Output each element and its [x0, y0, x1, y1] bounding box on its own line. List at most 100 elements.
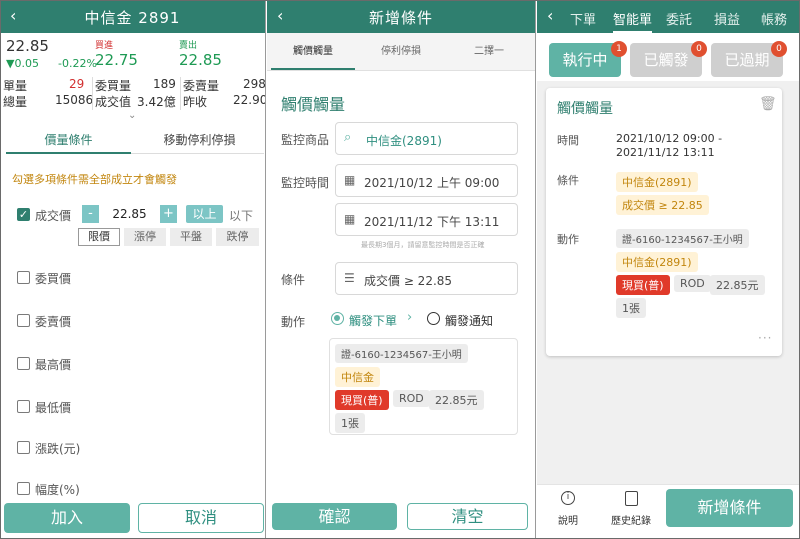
- monitor-product-value: 中信金(2891): [366, 134, 442, 148]
- plus-button[interactable]: +: [160, 205, 177, 223]
- tab-stop-profit-loss[interactable]: 停利停損: [359, 33, 443, 70]
- stat-value: 298: [243, 77, 266, 91]
- filter-bar: 執行中 1 已觸發 0 已過期 0: [537, 33, 800, 81]
- page-title: 新增條件: [368, 9, 433, 27]
- smart-order-card[interactable]: 觸價觸量 🗑 時間 2021/10/12 09:00 - 2021/11/12 …: [546, 88, 782, 356]
- help-label[interactable]: 說明: [558, 512, 578, 527]
- expired-count-badge: 0: [771, 41, 787, 57]
- card-qty: 1張: [616, 298, 646, 318]
- checkbox-change-pct[interactable]: [17, 482, 30, 495]
- radio-order-icon[interactable]: [331, 312, 344, 325]
- condition-value: 成交價 ≥ 22.85: [364, 274, 453, 288]
- card-cond-rule: 成交價 ≥ 22.85: [616, 195, 709, 215]
- condition-label: 最高價: [35, 358, 72, 372]
- running-count-badge: 1: [611, 41, 627, 57]
- info-icon[interactable]: i: [561, 491, 575, 505]
- panel3-header: ‹ 下單 智能單 委託 損益 帳務: [537, 0, 800, 33]
- tab-commission[interactable]: 委託: [666, 9, 692, 28]
- checkbox-change[interactable]: [17, 441, 30, 454]
- price-change: ▼0.05: [6, 57, 39, 70]
- back-arrow-icon[interactable]: ‹: [547, 6, 553, 25]
- add-condition-button[interactable]: 新增條件: [666, 489, 793, 527]
- order-type: ROD: [393, 390, 430, 407]
- stat-label: 昨收: [180, 93, 207, 110]
- tab-trailing-stop[interactable]: 移動停利停損: [135, 126, 264, 154]
- card-action-label: 動作: [557, 233, 579, 246]
- condition-label: 委賣價: [35, 315, 72, 329]
- condition-label: 成交價: [35, 209, 72, 223]
- price-type-limit-down[interactable]: 跌停: [216, 228, 259, 246]
- order-detail-box[interactable]: 證-6160-1234567-王小明 中信金 現買(普) ROD 22.85元 …: [329, 338, 518, 435]
- condition-label: 幅度(%): [35, 483, 80, 497]
- option-notify[interactable]: 觸發通知: [445, 312, 493, 329]
- checkbox-high-price[interactable]: [17, 357, 30, 370]
- action-label: 動作: [281, 315, 306, 329]
- condition-label: 條件: [281, 273, 306, 287]
- price-type-flat[interactable]: 平盤: [170, 228, 212, 246]
- more-icon[interactable]: ···: [758, 331, 772, 345]
- history-icon[interactable]: [625, 491, 638, 506]
- trash-icon[interactable]: 🗑: [759, 96, 777, 112]
- cancel-button[interactable]: 取消: [138, 503, 264, 533]
- new-condition-panel: ‹ 新增條件 觸價觸量 停利停損 二擇一 觸價觸量 監控商品 ⌕ 中信金(289…: [267, 0, 536, 539]
- card-cond-stock: 中信金(2891): [616, 172, 698, 192]
- stat-value: 189: [153, 77, 176, 91]
- clear-button[interactable]: 清空: [407, 503, 528, 530]
- below-toggle[interactable]: 以下: [229, 207, 253, 224]
- order-account: 證-6160-1234567-王小明: [335, 344, 468, 363]
- tab-touch-price[interactable]: 觸價觸量: [271, 33, 355, 70]
- start-time-value: 2021/10/12 上午 09:00: [364, 176, 500, 190]
- start-time-field[interactable]: ▦ 2021/10/12 上午 09:00: [335, 164, 518, 197]
- join-button[interactable]: 加入: [4, 503, 130, 533]
- option-order[interactable]: 觸發下單: [349, 312, 397, 329]
- chevron-down-icon[interactable]: ⌄: [128, 110, 136, 121]
- tab-profit-loss[interactable]: 損益: [714, 9, 740, 28]
- chevron-right-icon[interactable]: ›: [407, 310, 412, 325]
- minus-button[interactable]: -: [82, 205, 99, 223]
- checkbox-low-price[interactable]: [17, 400, 30, 413]
- stat-label: 單量: [3, 79, 28, 93]
- stat-label: 總量: [3, 95, 28, 109]
- calendar-icon: ▦: [344, 173, 356, 187]
- order-side: 現買(普): [335, 390, 389, 410]
- monitor-product-field[interactable]: ⌕ 中信金(2891): [335, 122, 518, 155]
- checkbox-trade-price[interactable]: ✓: [17, 208, 30, 221]
- stats-row: 單量 29 委買量 189 委賣量 298: [3, 77, 266, 94]
- section-title: 觸價觸量: [281, 95, 346, 114]
- search-icon: ⌕: [344, 130, 352, 145]
- sell-price: 22.85: [179, 51, 222, 69]
- confirm-button[interactable]: 確認: [272, 503, 397, 530]
- time-note: 最長期3個月，請留意監控時間是否正確: [361, 241, 485, 249]
- price-type-limit[interactable]: 限價: [78, 228, 120, 246]
- checkbox-ask-price[interactable]: [17, 314, 30, 327]
- tab-account[interactable]: 帳務: [761, 9, 787, 28]
- type-tabs: 觸價觸量 停利停損 二擇一: [267, 33, 535, 71]
- monitor-product-label: 監控商品: [281, 133, 330, 147]
- condition-field[interactable]: ☰ 成交價 ≥ 22.85: [335, 262, 518, 295]
- tab-smart-order[interactable]: 智能單: [613, 9, 653, 33]
- checkbox-bid-price[interactable]: [17, 271, 30, 284]
- end-time-field[interactable]: ▦ 2021/11/12 下午 13:11: [335, 203, 518, 236]
- condition-tabs: 價量條件 移動停利停損: [6, 126, 264, 154]
- price-stepper-value[interactable]: 22.85: [102, 205, 157, 223]
- panel2-header: ‹ 新增條件: [267, 0, 535, 33]
- above-toggle[interactable]: 以上: [186, 205, 223, 223]
- stat-value: 29: [69, 77, 85, 91]
- order-stock: 中信金: [335, 367, 380, 387]
- price-type-limit-up[interactable]: 漲停: [124, 228, 166, 246]
- smart-order-panel: ‹ 下單 智能單 委託 損益 帳務 執行中 1 已觸發 0 已過期 0 觸價觸量…: [537, 0, 800, 539]
- tab-price-volume[interactable]: 價量條件: [6, 126, 131, 154]
- tab-either-one[interactable]: 二擇一: [447, 33, 531, 70]
- card-time-start: 2021/10/12 09:00 -: [616, 132, 723, 145]
- card-cond-label: 條件: [557, 174, 579, 187]
- card-type: ROD: [674, 275, 711, 292]
- card-account: 證-6160-1234567-王小明: [616, 229, 749, 248]
- sell-label: 賣出: [179, 41, 198, 51]
- stat-value: 3.42億: [137, 95, 176, 109]
- radio-notify-icon[interactable]: [427, 312, 440, 325]
- history-label[interactable]: 歷史紀錄: [611, 512, 651, 527]
- condition-hint: 勾選多項條件需全部成立才會觸發: [12, 173, 177, 186]
- tab-order[interactable]: 下單: [570, 9, 596, 28]
- condition-label: 最低價: [35, 401, 72, 415]
- last-price: 22.85: [6, 37, 49, 55]
